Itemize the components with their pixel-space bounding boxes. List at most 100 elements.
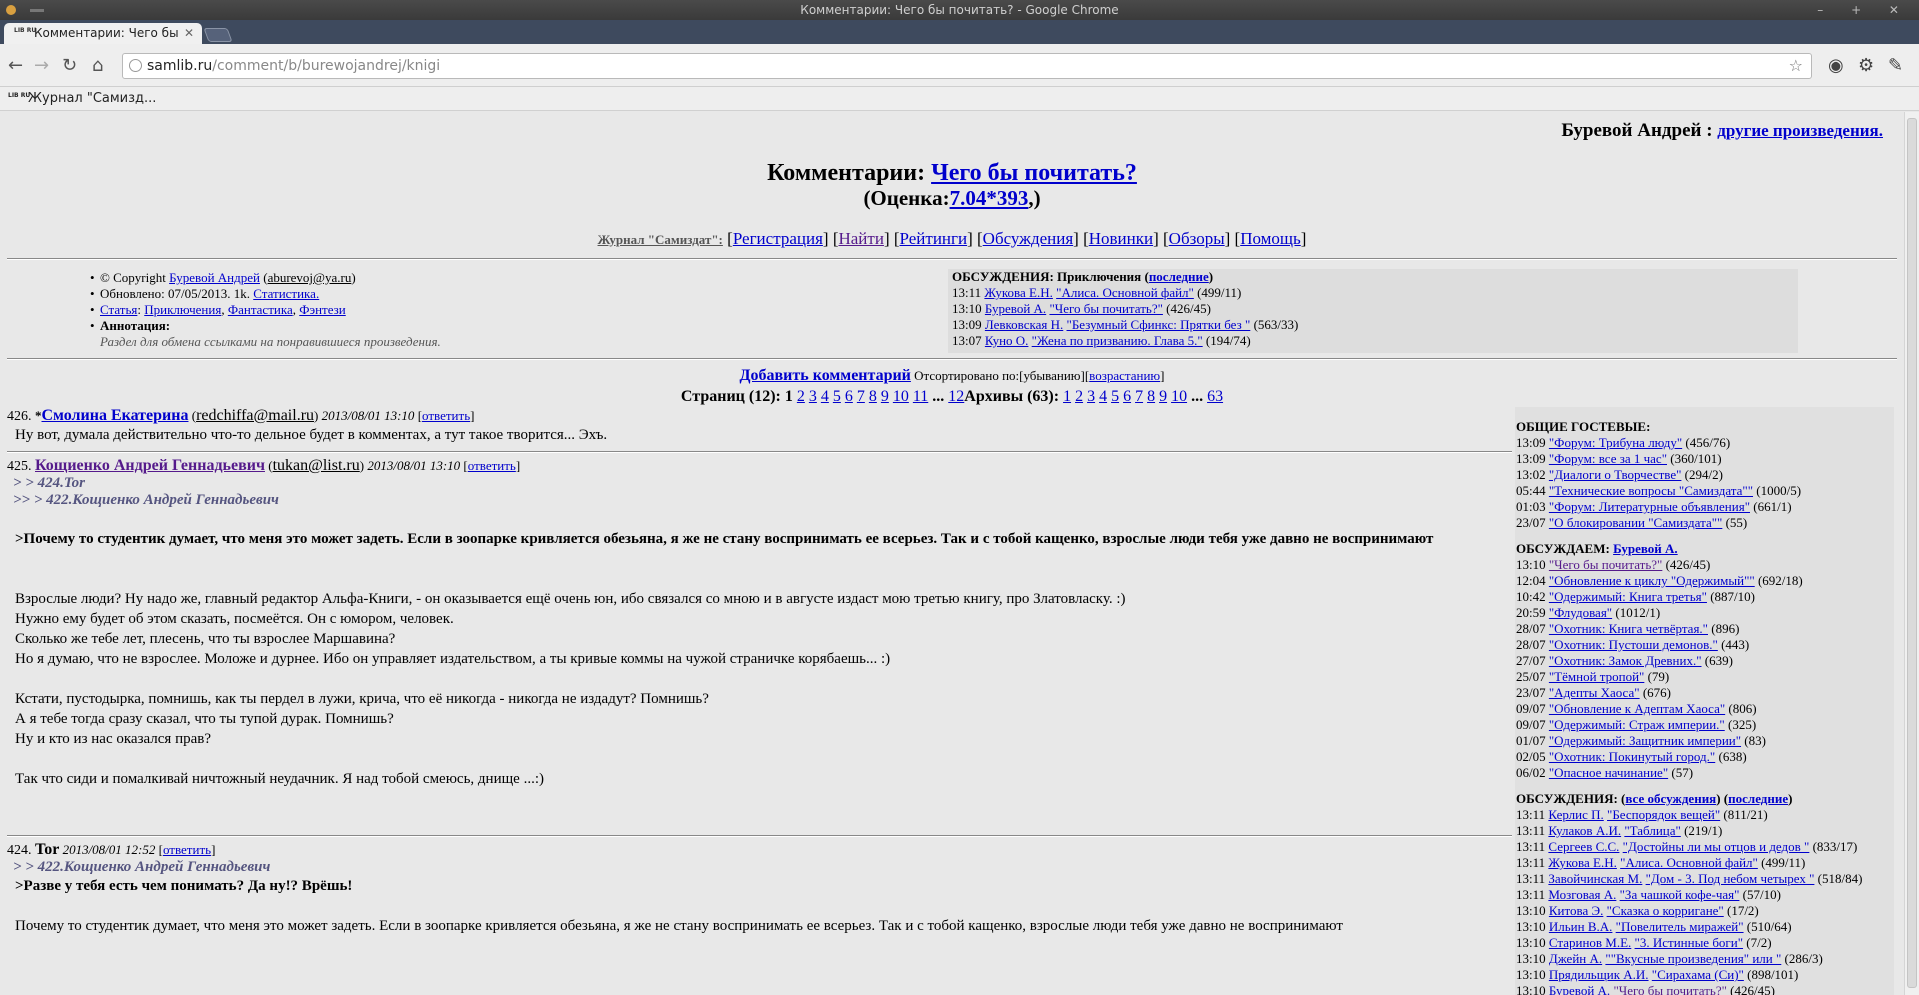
type-link[interactable]: Статья (100, 302, 137, 317)
sidebar-discussion-author[interactable]: Сергеев С.С. (1548, 839, 1619, 854)
page-link[interactable]: 3 (809, 388, 817, 405)
wrench-icon[interactable]: ✎ (1888, 56, 1903, 76)
sidebar-discussion-work[interactable]: "Сирахама (Си)" (1652, 967, 1744, 982)
bookmark-item[interactable]: Журнал "Самизд... (28, 87, 156, 111)
new-tab-button[interactable] (203, 28, 233, 42)
page-link[interactable]: 12 (948, 388, 964, 405)
discussion-author-link[interactable]: Жукова Е.Н. (984, 285, 1053, 300)
author-work-link[interactable]: "Охотник: Пустоши демонов." (1549, 637, 1718, 652)
journal-link[interactable]: Журнал "Самиздат": (598, 232, 723, 247)
all-discussions-link[interactable]: все обсуждения (1625, 791, 1716, 806)
discussion-work-link[interactable]: "Жена по призванию. Глава 5." (1032, 333, 1203, 348)
work-title-link[interactable]: Чего бы почитать? (931, 160, 1137, 186)
guestbook-link[interactable]: "Диалоги о Творчестве" (1549, 467, 1682, 482)
page-link[interactable]: 8 (869, 388, 877, 405)
guestbook-link[interactable]: "Технические вопросы "Самиздата"" (1549, 483, 1753, 498)
sidebar-discussion-work[interactable]: "Чего бы почитать?" (1613, 983, 1726, 995)
sidebar-discussion-author[interactable]: Джейн А. (1549, 951, 1602, 966)
genre-link[interactable]: Фантастика (228, 302, 293, 317)
discussion-work-link[interactable]: "Чего бы почитать?" (1049, 301, 1162, 316)
menu-find[interactable]: Найти (838, 229, 883, 248)
menu-ratings[interactable]: Рейтинги (900, 229, 968, 248)
sort-asc-link[interactable]: возрастанию (1089, 368, 1160, 383)
sidebar-discussion-author[interactable]: Китова Э. (1549, 903, 1603, 918)
author-work-link[interactable]: "Одержимый: Страж империи." (1549, 717, 1725, 732)
bookmark-star-icon[interactable]: ☆ (1789, 54, 1803, 78)
page-info-icon[interactable] (129, 59, 142, 72)
sidebar-discussion-author[interactable]: Керлис П. (1548, 807, 1603, 822)
sidebar-discussion-work[interactable]: "Повелитель миражей" (1616, 919, 1744, 934)
gear-icon[interactable]: ⚙ (1858, 56, 1874, 76)
sidebar-discussion-work[interactable]: "Беспорядок вещей" (1607, 807, 1720, 822)
reload-icon[interactable]: ↻ (62, 56, 77, 76)
vertical-scrollbar[interactable] (1904, 112, 1919, 995)
menu-new[interactable]: Новинки (1089, 229, 1153, 248)
page-link[interactable]: 6 (845, 388, 853, 405)
sidebar-discussion-work[interactable]: "Сказка о корригане" (1607, 903, 1724, 918)
latest-discussions-link[interactable]: последние (1728, 791, 1788, 806)
copyright-author-link[interactable]: Буревой Андрей (169, 270, 260, 285)
reply-link[interactable]: ответить (468, 458, 516, 473)
author-work-link[interactable]: "Охотник: Книга четвёртая." (1549, 621, 1708, 636)
archive-link[interactable]: 2 (1075, 388, 1083, 405)
archive-link[interactable]: 1 (1063, 388, 1071, 405)
sidebar-discussion-author[interactable]: Завойчинская М. (1548, 871, 1642, 886)
sidebar-discussion-work[interactable]: "Достойны ли мы отцов и дедов " (1623, 839, 1810, 854)
sidebar-discussion-author[interactable]: Ильин В.А. (1549, 919, 1613, 934)
add-comment-link[interactable]: Добавить комментарий (740, 367, 911, 384)
menu-register[interactable]: Регистрация (733, 229, 823, 248)
archive-link[interactable]: 8 (1147, 388, 1155, 405)
menu-discussions[interactable]: Обсуждения (983, 229, 1073, 248)
discussion-work-link[interactable]: "Безумный Сфинкс: Прятки без " (1067, 317, 1251, 332)
archive-link[interactable]: 6 (1123, 388, 1131, 405)
page-link[interactable]: 2 (797, 388, 805, 405)
comment-email-link[interactable]: tukan@list.ru (273, 457, 360, 474)
archive-link[interactable]: 3 (1087, 388, 1095, 405)
discussion-author-link[interactable]: Куно О. (985, 333, 1029, 348)
page-link[interactable]: 4 (821, 388, 829, 405)
sidebar-discussion-author[interactable]: Старинов М.Е. (1549, 935, 1631, 950)
guestbook-link[interactable]: "Форум: все за 1 час" (1549, 451, 1667, 466)
reply-link[interactable]: ответить (163, 842, 211, 857)
genre-link[interactable]: Приключения (144, 302, 221, 317)
sidebar-discussion-work[interactable]: "3. Истинные боги" (1635, 935, 1743, 950)
page-link[interactable]: 5 (833, 388, 841, 405)
guestbook-link[interactable]: "Форум: Трибуна люду" (1549, 435, 1682, 450)
sidebar-discussion-author[interactable]: Жукова Е.Н. (1548, 855, 1617, 870)
forward-icon[interactable]: → (34, 56, 49, 76)
back-icon[interactable]: ← (8, 56, 23, 76)
author-discussed-link[interactable]: Буревой А. (1613, 541, 1678, 556)
comment-author[interactable]: Смолина Екатерина (42, 407, 189, 424)
address-bar[interactable]: samlib.ru/comment/b/burewojandrej/knigi … (122, 53, 1812, 79)
page-link[interactable]: 9 (881, 388, 889, 405)
app-menu-icon[interactable] (6, 5, 16, 15)
sidebar-discussion-author[interactable]: Мозговая А. (1548, 887, 1616, 902)
guestbook-link[interactable]: "Форум: Литературные объявления" (1549, 499, 1750, 514)
archive-link[interactable]: 5 (1111, 388, 1119, 405)
discussion-author-link[interactable]: Буревой А. (985, 301, 1046, 316)
author-work-link[interactable]: "Охотник: Покинутый город." (1549, 749, 1715, 764)
discussion-author-link[interactable]: Левковская Н. (985, 317, 1063, 332)
page-link[interactable]: 10 (893, 388, 909, 405)
sidebar-discussion-author[interactable]: Буревой А. (1549, 983, 1610, 995)
page-link[interactable]: 7 (857, 388, 865, 405)
menu-help[interactable]: Помощь (1240, 229, 1301, 248)
sidebar-discussion-work[interactable]: "Таблица" (1624, 823, 1680, 838)
author-work-link[interactable]: "Адепты Хаоса" (1549, 685, 1640, 700)
author-work-link[interactable]: "Опасное начинание" (1549, 765, 1668, 780)
page-link[interactable]: 11 (913, 388, 928, 405)
genre-link[interactable]: Фэнтези (299, 302, 346, 317)
statistics-link[interactable]: Статистика. (253, 286, 319, 301)
author-work-link[interactable]: "Флудовая" (1549, 605, 1612, 620)
copyright-email-link[interactable]: aburevoj@ya.ru (268, 270, 352, 285)
discussion-work-link[interactable]: "Алиса. Основной файл" (1056, 285, 1194, 300)
author-work-link[interactable]: "Одержимый: Книга третья" (1549, 589, 1707, 604)
other-works-link[interactable]: другие произведения. (1717, 121, 1883, 140)
sidebar-discussion-work[interactable]: "Дом - 3. Под небом четырех " (1646, 871, 1815, 886)
archive-link[interactable]: 10 (1171, 388, 1187, 405)
author-work-link[interactable]: "Тёмной тропой" (1549, 669, 1644, 684)
author-work-link[interactable]: "Чего бы почитать?" (1549, 557, 1662, 572)
tab-close-icon[interactable]: ✕ (184, 23, 194, 44)
window-controls[interactable]: – + ✕ (1817, 0, 1911, 20)
archive-link[interactable]: 63 (1207, 388, 1223, 405)
